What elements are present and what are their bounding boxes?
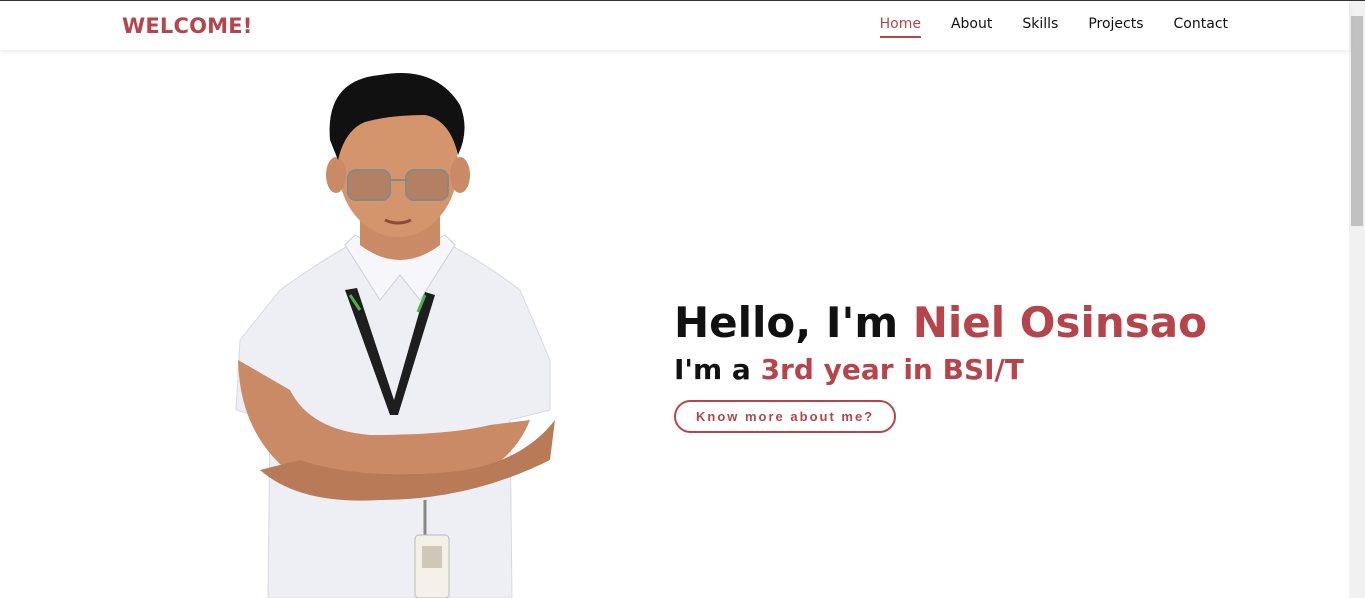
hero-section: Hello, I'm Niel Osinsao I'm a 3rd year i… [674,298,1207,433]
nav-link-contact[interactable]: Contact [1174,16,1228,38]
scrollbar-thumb[interactable] [1351,16,1363,226]
nav-link-home[interactable]: Home [879,16,921,38]
page-scrollbar[interactable] [1349,1,1365,598]
nav-link-about[interactable]: About [951,16,992,38]
profile-photo [235,73,555,598]
navbar: WELCOME! Home About Skills Projects Cont… [0,1,1349,50]
subline-accent: 3rd year in BSI/T [760,353,1024,386]
nav-link-skills[interactable]: Skills [1022,16,1058,38]
nav-link-projects[interactable]: Projects [1088,16,1143,38]
hero-name: Niel Osinsao [912,298,1207,347]
know-more-button[interactable]: Know more about me? [674,400,897,433]
hero-greeting: Hello, I'm Niel Osinsao [674,298,1207,348]
hero-subline: I'm a 3rd year in BSI/T [674,352,1207,388]
greeting-prefix: Hello, I'm [674,298,913,347]
subline-prefix: I'm a [674,353,761,386]
brand-title[interactable]: WELCOME! [122,14,253,38]
main-nav: Home About Skills Projects Contact [879,16,1228,38]
